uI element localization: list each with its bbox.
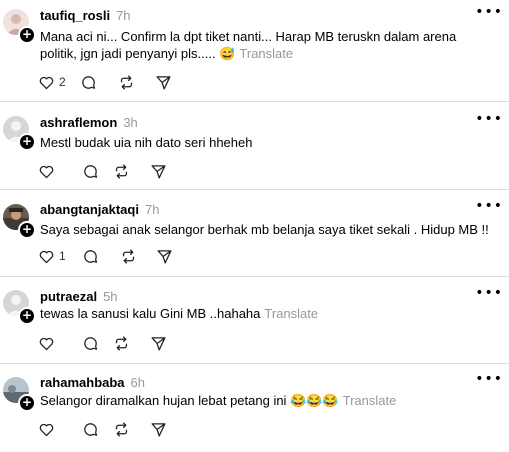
- username[interactable]: putraezal: [40, 289, 97, 304]
- translate-link[interactable]: Translate: [239, 46, 293, 61]
- send-icon: [156, 75, 171, 90]
- heart-icon: [39, 337, 54, 350]
- comment-body: tewas la sanusi kalu Gini MB ..hahaha: [40, 306, 261, 321]
- username[interactable]: abangtanjaktaqi: [40, 202, 139, 217]
- like-button[interactable]: [38, 162, 55, 180]
- repost-icon: [115, 421, 128, 437]
- share-button[interactable]: [150, 162, 167, 180]
- like-button[interactable]: 1: [38, 247, 66, 265]
- more-options-icon[interactable]: •••: [475, 198, 503, 214]
- repost-button[interactable]: [113, 162, 130, 180]
- more-options-icon[interactable]: •••: [475, 371, 503, 387]
- comment-text: Saya sebagai anak selangor berhak mb bel…: [40, 221, 495, 238]
- avatar[interactable]: +: [3, 9, 36, 44]
- repost-button[interactable]: [118, 73, 135, 91]
- repost-icon: [115, 163, 128, 179]
- comment-header: abangtanjaktaqi 7h: [40, 202, 159, 217]
- share-button[interactable]: [156, 247, 173, 265]
- translate-link[interactable]: Translate: [343, 393, 397, 408]
- comment-feed: + taufiq_rosli 7h ••• Mana aci ni... Conf…: [0, 0, 509, 451]
- send-icon: [151, 164, 166, 179]
- avatar[interactable]: +: [3, 116, 36, 151]
- share-button[interactable]: [155, 73, 172, 91]
- heart-icon: [39, 165, 54, 178]
- timestamp: 5h: [103, 289, 118, 304]
- avatar[interactable]: +: [3, 290, 36, 325]
- comment-text: Selangor diramalkan hujan lebat petang i…: [40, 392, 495, 409]
- follow-plus-icon[interactable]: +: [18, 133, 36, 151]
- comment-item: + taufiq_rosli 7h ••• Mana aci ni... Conf…: [0, 0, 509, 101]
- repost-button[interactable]: [120, 247, 137, 265]
- more-options-icon[interactable]: •••: [475, 111, 503, 127]
- username[interactable]: ashraflemon: [40, 115, 117, 130]
- comment-button[interactable]: [82, 420, 99, 438]
- comment-icon: [82, 75, 96, 89]
- comment-body: Saya sebagai anak selangor berhak mb bel…: [40, 222, 489, 237]
- comment-button[interactable]: [82, 162, 99, 180]
- timestamp: 6h: [130, 375, 146, 390]
- comment-item: + abangtanjaktaqi 7h ••• Saya sebagai ana…: [0, 189, 509, 277]
- comment-header: rahamahbaba 6h: [40, 375, 145, 390]
- comment-button[interactable]: [82, 247, 99, 265]
- comment-icon: [84, 336, 98, 350]
- comment-body: Mestl budak uia nih dato seri hheheh: [40, 135, 253, 150]
- share-button[interactable]: [150, 334, 167, 352]
- repost-icon: [122, 248, 135, 264]
- comment-text: tewas la sanusi kalu Gini MB ..hahaha Tra…: [40, 305, 495, 322]
- username[interactable]: taufiq_rosli: [40, 8, 110, 23]
- more-options-icon[interactable]: •••: [475, 4, 503, 20]
- comment-header: putraezal 5h: [40, 289, 118, 304]
- comment-button[interactable]: [80, 73, 97, 91]
- repost-icon: [115, 335, 128, 351]
- translate-link[interactable]: Translate: [264, 306, 318, 321]
- follow-plus-icon[interactable]: +: [18, 307, 36, 325]
- like-count: 1: [59, 249, 66, 263]
- more-options-icon[interactable]: •••: [475, 285, 503, 301]
- timestamp: 3h: [123, 115, 138, 130]
- comment-text: Mestl budak uia nih dato seri hheheh: [40, 134, 495, 151]
- like-button[interactable]: [38, 420, 55, 438]
- like-count: 2: [59, 75, 66, 89]
- comment-button[interactable]: [82, 334, 99, 352]
- repost-button[interactable]: [113, 420, 130, 438]
- avatar[interactable]: +: [3, 377, 36, 412]
- heart-icon: [39, 423, 54, 436]
- comment-item: + putraezal 5h ••• tewas la sanusi kalu G…: [0, 276, 509, 364]
- comment-icon: [84, 164, 98, 178]
- repost-button[interactable]: [113, 334, 130, 352]
- comment-body: Selangor diramalkan hujan lebat petang i…: [40, 393, 339, 408]
- like-button[interactable]: [38, 334, 55, 352]
- avatar[interactable]: +: [3, 204, 36, 239]
- send-icon: [157, 249, 172, 264]
- comment-icon: [84, 249, 98, 263]
- send-icon: [151, 336, 166, 351]
- follow-plus-icon[interactable]: +: [18, 221, 36, 239]
- heart-icon: [39, 76, 54, 89]
- comment-text: Mana aci ni... Confirm la dpt tiket nant…: [40, 28, 495, 62]
- comment-item: + ashraflemon 3h ••• Mestl budak uia nih …: [0, 101, 509, 190]
- comment-header: ashraflemon 3h: [40, 115, 138, 130]
- username[interactable]: rahamahbaba: [40, 375, 125, 390]
- repost-icon: [120, 74, 133, 90]
- like-button[interactable]: 2: [38, 73, 66, 91]
- follow-plus-icon[interactable]: +: [18, 394, 36, 412]
- comment-item: + rahamahbaba 6h ••• Selangor diramalkan …: [0, 363, 509, 452]
- follow-plus-icon[interactable]: +: [18, 26, 36, 44]
- share-button[interactable]: [150, 420, 167, 438]
- comment-icon: [84, 422, 98, 436]
- timestamp: 7h: [144, 202, 160, 217]
- comment-header: taufiq_rosli 7h: [40, 8, 131, 23]
- timestamp: 7h: [116, 8, 131, 23]
- heart-icon: [39, 250, 54, 263]
- send-icon: [151, 422, 166, 437]
